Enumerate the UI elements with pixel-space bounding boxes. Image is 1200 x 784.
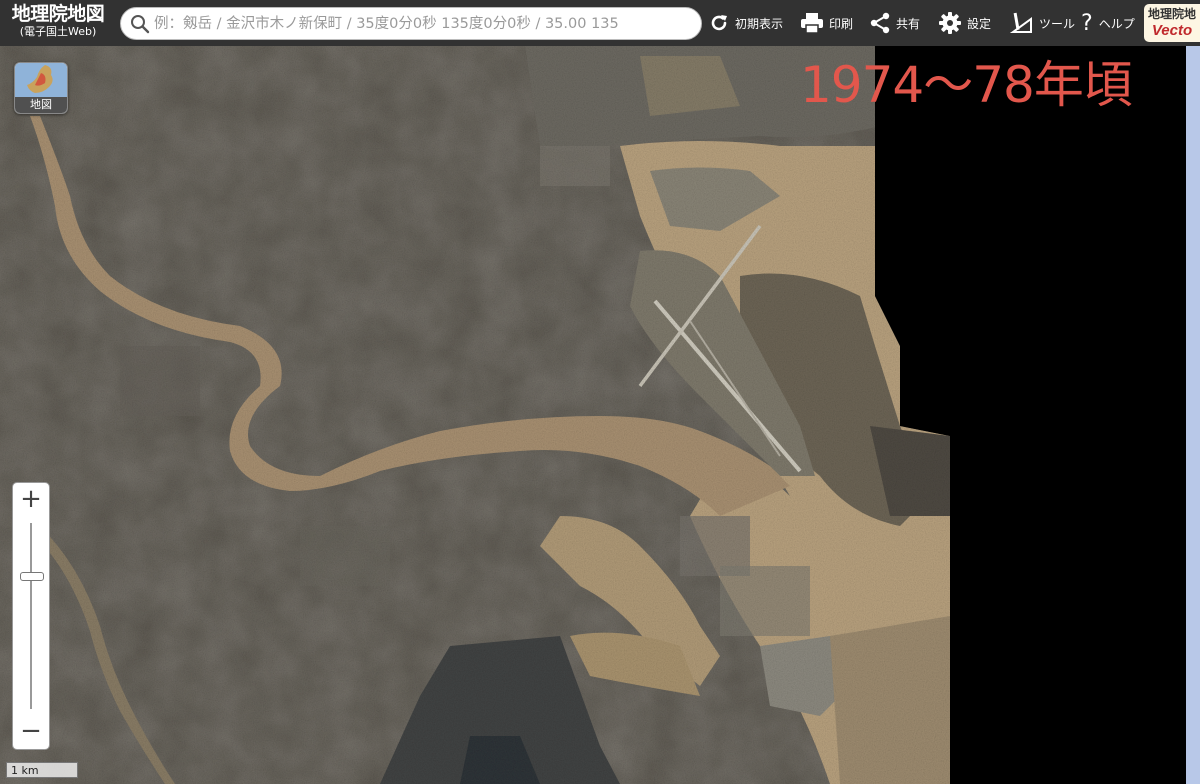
tools-button[interactable]: ツール — [1010, 5, 1075, 41]
app-title: 地理院地図 — [11, 3, 105, 25]
app-subtitle: (電子国土Web) — [19, 25, 97, 38]
era-label: 1974〜78年頃 — [800, 56, 1133, 114]
zoom-in-button[interactable]: + — [13, 483, 49, 517]
search-input[interactable] — [154, 12, 694, 36]
settings-button[interactable]: 設定 — [938, 5, 991, 41]
vector-badge-title: 地理院地 — [1147, 7, 1196, 21]
gear-icon — [939, 12, 961, 34]
settings-label: 設定 — [967, 16, 992, 31]
share-button[interactable]: 共有 — [869, 5, 920, 41]
help-button[interactable]: ? ヘルプ — [1081, 5, 1135, 41]
aerial-photo — [0, 46, 1186, 784]
zoom-control: + − — [12, 482, 50, 750]
help-icon: ? — [1081, 10, 1093, 36]
zoom-out-button[interactable]: − — [13, 715, 49, 749]
reload-icon — [711, 15, 727, 31]
help-label: ヘルプ — [1098, 16, 1135, 31]
zoom-slider-handle[interactable] — [20, 572, 44, 581]
share-label: 共有 — [896, 16, 921, 31]
share-icon — [870, 12, 890, 34]
layer-switch-button[interactable]: 地図 — [14, 62, 68, 114]
side-panel-edge — [1186, 46, 1200, 784]
search-box[interactable] — [120, 7, 702, 40]
map-view[interactable]: 1974〜78年頃 — [0, 46, 1200, 784]
search-icon[interactable] — [130, 14, 150, 34]
zoom-slider-track[interactable] — [30, 523, 32, 709]
printer-icon — [801, 13, 823, 34]
layer-button-label: 地図 — [15, 97, 67, 113]
print-button[interactable]: 印刷 — [800, 5, 853, 41]
vector-map-link[interactable]: 地理院地 Vecto — [1144, 4, 1200, 42]
tools-label: ツール — [1039, 16, 1076, 31]
tools-icon — [1010, 12, 1032, 33]
initial-view-button[interactable]: 初期表示 — [708, 5, 783, 41]
vector-badge-text: Vecto — [1151, 22, 1193, 39]
top-toolbar: 地理院地図 (電子国土Web) 初期表示 印刷 共有 — [0, 0, 1200, 46]
japan-map-icon — [15, 63, 67, 97]
app-brand[interactable]: 地理院地図 (電子国土Web) — [2, 3, 114, 38]
photo-mosaic — [0, 46, 950, 784]
scale-bar: 1 km — [6, 762, 78, 778]
print-label: 印刷 — [829, 16, 854, 31]
initial-view-label: 初期表示 — [735, 16, 784, 31]
